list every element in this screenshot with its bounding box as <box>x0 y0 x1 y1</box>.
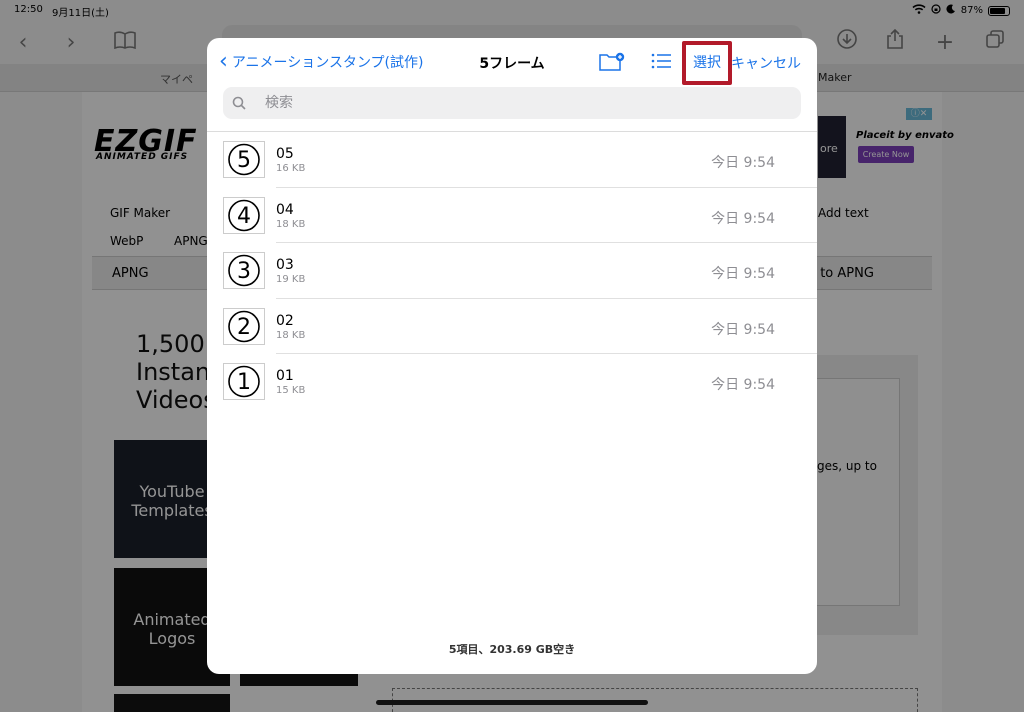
file-size: 16 KB <box>276 163 306 174</box>
file-size: 19 KB <box>276 274 306 285</box>
home-indicator[interactable] <box>376 700 648 705</box>
svg-text:2: 2 <box>237 315 251 340</box>
file-row-04[interactable]: 4 04 18 KB 今日 9:54 <box>207 188 817 243</box>
file-name: 01 <box>276 368 294 384</box>
list-view-icon[interactable] <box>651 52 673 72</box>
file-size: 15 KB <box>276 385 306 396</box>
file-row-03[interactable]: 3 03 19 KB 今日 9:54 <box>207 243 817 299</box>
file-name: 03 <box>276 257 294 273</box>
file-thumbnail: 4 <box>223 196 265 234</box>
file-date: 今日 9:54 <box>711 377 775 393</box>
svg-text:3: 3 <box>237 259 251 284</box>
file-thumbnail: 1 <box>223 363 265 400</box>
svg-text:1: 1 <box>237 370 251 395</box>
file-row-05[interactable]: 5 05 16 KB 今日 9:54 <box>207 132 817 188</box>
svg-text:4: 4 <box>237 204 251 229</box>
file-size: 18 KB <box>276 218 306 230</box>
storage-footer: 5項目、203.69 GB空き <box>448 643 576 656</box>
file-row-02[interactable]: 2 02 18 KB 今日 9:54 <box>207 299 817 354</box>
file-date: 今日 9:54 <box>711 266 775 282</box>
new-folder-icon[interactable] <box>599 52 625 72</box>
file-picker-modal: ‹ アニメーションスタンプ(試作) 5フレーム 選択 キャンセル 5 05 16… <box>207 38 817 674</box>
file-name: 02 <box>276 312 294 329</box>
file-date: 今日 9:54 <box>711 210 775 227</box>
file-list: 5 05 16 KB 今日 9:54 4 04 18 KB 今日 9:54 3 … <box>207 132 817 410</box>
search-bar <box>223 87 801 119</box>
file-date: 今日 9:54 <box>711 321 775 338</box>
file-size: 18 KB <box>276 329 306 341</box>
file-row-01[interactable]: 1 01 15 KB 今日 9:54 <box>207 354 817 410</box>
file-thumbnail: 3 <box>223 252 265 289</box>
svg-text:5: 5 <box>237 148 251 173</box>
select-button[interactable]: 選択 <box>682 41 732 85</box>
search-input[interactable] <box>251 87 791 119</box>
file-thumbnail: 5 <box>223 141 265 178</box>
file-name: 04 <box>276 201 294 218</box>
file-date: 今日 9:54 <box>711 155 775 171</box>
search-icon <box>232 95 248 111</box>
cancel-button[interactable]: キャンセル <box>731 53 801 73</box>
file-thumbnail: 2 <box>223 307 265 345</box>
file-name: 05 <box>276 146 294 162</box>
